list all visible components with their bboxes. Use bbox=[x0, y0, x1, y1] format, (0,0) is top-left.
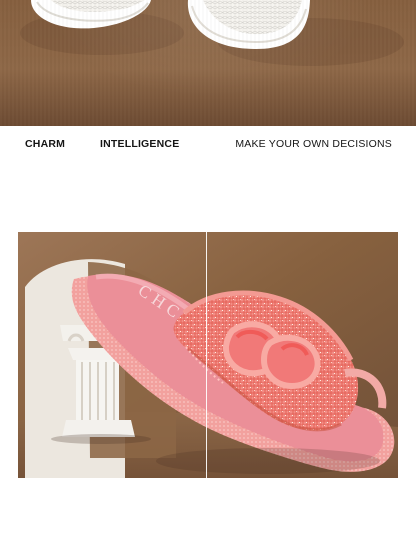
pink-sandal-photo: CHCH bbox=[18, 232, 398, 478]
pink-tweed-slide-sandal-icon: CHCH bbox=[18, 232, 398, 478]
product-detail-page: CHARM INTELLIGENCE MAKE YOUR OWN DECISIO… bbox=[0, 0, 416, 547]
tagline-decisions: MAKE YOUR OWN DECISIONS bbox=[235, 138, 392, 150]
white-sandal-pair-icon bbox=[0, 0, 416, 126]
photo-split-line bbox=[206, 232, 207, 478]
tagline-charm: CHARM bbox=[25, 138, 66, 150]
sandal-shadow bbox=[156, 448, 380, 474]
column-shadow bbox=[51, 434, 151, 444]
top-sandal-photo bbox=[0, 0, 416, 126]
brand-tagline: CHARM INTELLIGENCE MAKE YOUR OWN DECISIO… bbox=[0, 126, 416, 164]
tagline-intelligence: INTELLIGENCE bbox=[100, 138, 180, 150]
